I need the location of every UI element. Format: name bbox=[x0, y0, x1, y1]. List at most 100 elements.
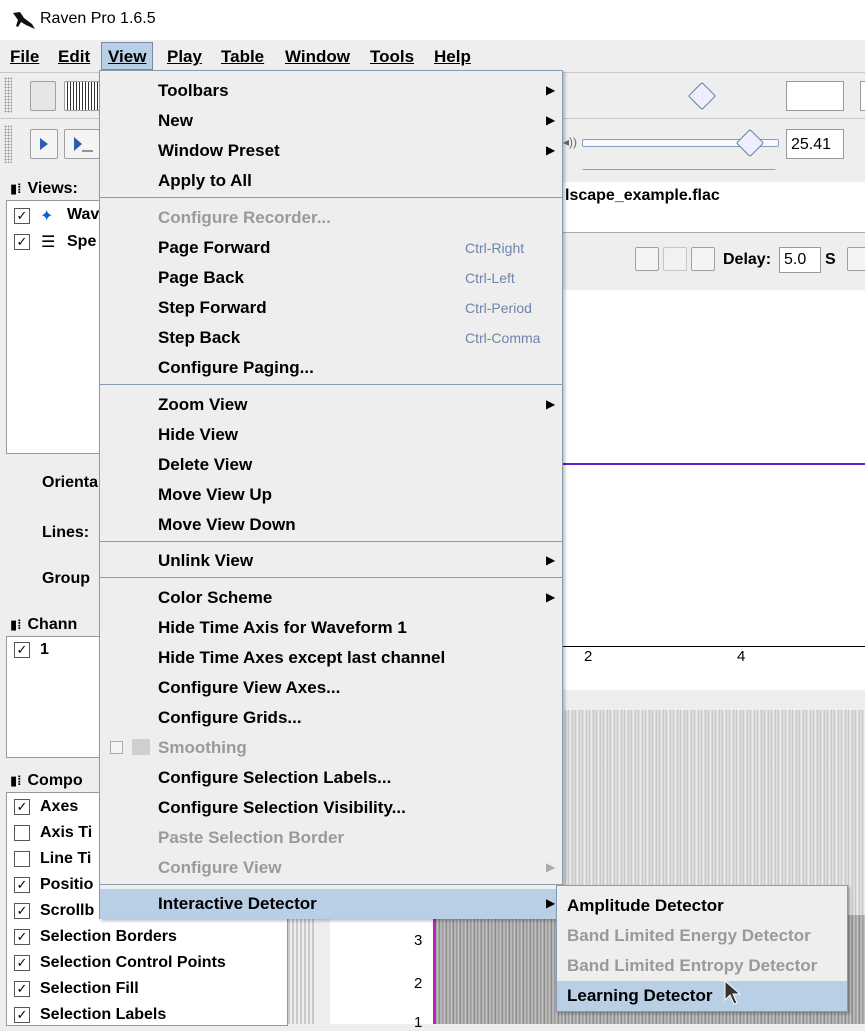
menu-item-configure-recorder[interactable]: Configure Recorder... bbox=[100, 203, 562, 233]
menu-item-configure-selection-visibility[interactable]: Configure Selection Visibility... bbox=[100, 793, 562, 823]
menu-item-hide-time-axis[interactable]: Hide Time Axis for Waveform 1 bbox=[100, 613, 562, 643]
component-item[interactable]: Scrollb bbox=[40, 902, 94, 920]
component-item[interactable]: Selection Control Points bbox=[40, 954, 226, 972]
menu-item-step-forward[interactable]: Step Forward Ctrl-Period bbox=[100, 293, 562, 323]
component-checkbox[interactable] bbox=[14, 825, 30, 841]
channel-checkbox-1[interactable]: ✓ bbox=[14, 642, 30, 658]
menu-window[interactable]: Window bbox=[285, 47, 350, 67]
menu-edit[interactable]: Edit bbox=[58, 47, 90, 67]
menu-item-smoothing[interactable]: Smoothing bbox=[100, 733, 562, 763]
raven-logo-icon bbox=[13, 12, 35, 29]
toolbar-grip[interactable] bbox=[4, 77, 12, 113]
submenu-item-learning-detector[interactable]: Learning Detector bbox=[557, 981, 847, 1011]
menu-item-toolbars[interactable]: Toolbars ▶ bbox=[100, 76, 562, 106]
component-checkbox[interactable]: ✓ bbox=[14, 981, 30, 997]
rate-slider-thumb[interactable] bbox=[735, 128, 765, 158]
document-tab[interactable]: lscape_example.flac bbox=[555, 182, 865, 213]
menu-item-configure-view[interactable]: Configure View ▶ bbox=[100, 853, 562, 883]
menu-item-window-preset[interactable]: Window Preset ▶ bbox=[100, 136, 562, 166]
menu-item-move-view-up[interactable]: Move View Up bbox=[100, 480, 562, 510]
zoom-field[interactable] bbox=[786, 81, 844, 111]
smoothing-icon bbox=[132, 739, 150, 755]
menu-item-paste-selection-border[interactable]: Paste Selection Border bbox=[100, 823, 562, 853]
menu-tools[interactable]: Tools bbox=[370, 47, 414, 67]
component-item[interactable]: Axis Ti bbox=[40, 824, 92, 842]
component-checkbox[interactable]: ✓ bbox=[14, 1007, 30, 1023]
menu-item-configure-paging[interactable]: Configure Paging... bbox=[100, 353, 562, 383]
panel-splitter[interactable] bbox=[288, 912, 316, 1024]
volume-icon: ◂)) bbox=[563, 135, 578, 149]
time-tick-label: 4 bbox=[737, 648, 746, 665]
waveform-button-icon[interactable] bbox=[64, 81, 100, 111]
play-selection-icon[interactable] bbox=[691, 247, 715, 271]
menu-table[interactable]: Table bbox=[221, 47, 264, 67]
menu-item-hide-time-axes-except-last[interactable]: Hide Time Axes except last channel bbox=[100, 643, 562, 673]
component-checkbox[interactable]: ✓ bbox=[14, 799, 30, 815]
delay-field[interactable]: 5.0 bbox=[779, 247, 821, 273]
menu-item-zoom-view[interactable]: Zoom View ▶ bbox=[100, 390, 562, 420]
menu-file[interactable]: File bbox=[10, 47, 39, 67]
menu-item-hide-view[interactable]: Hide View bbox=[100, 420, 562, 450]
menu-item-interactive-detector[interactable]: Interactive Detector ▶ bbox=[100, 889, 562, 919]
record-target-icon[interactable] bbox=[635, 247, 659, 271]
play-selection-icon[interactable] bbox=[64, 129, 100, 159]
view-item-waveform[interactable]: Wav bbox=[67, 206, 99, 224]
interactive-detector-submenu: Amplitude Detector Band Limited Energy D… bbox=[556, 885, 848, 1012]
menu-item-color-scheme[interactable]: Color Scheme ▶ bbox=[100, 583, 562, 613]
record-disabled-icon[interactable] bbox=[663, 247, 687, 271]
menu-bar: File Edit View Play Table Window Tools H… bbox=[0, 40, 865, 72]
menu-play[interactable]: Play bbox=[167, 47, 202, 67]
view-checkbox-spectrogram[interactable]: ✓ bbox=[14, 234, 30, 250]
submenu-arrow-icon: ▶ bbox=[546, 860, 556, 874]
component-item[interactable]: Selection Borders bbox=[40, 928, 177, 946]
menu-item-step-back[interactable]: Step Back Ctrl-Comma bbox=[100, 323, 562, 353]
menu-item-delete-view[interactable]: Delete View bbox=[100, 450, 562, 480]
menu-item-configure-grids[interactable]: Configure Grids... bbox=[100, 703, 562, 733]
scroll-left-icon[interactable] bbox=[847, 247, 865, 271]
component-item[interactable]: Positio bbox=[40, 876, 93, 894]
menu-item-unlink-view[interactable]: Unlink View ▶ bbox=[100, 546, 562, 576]
toolbar-grip[interactable] bbox=[4, 125, 12, 163]
menu-view[interactable]: View bbox=[101, 42, 154, 70]
component-checkbox[interactable]: ✓ bbox=[14, 903, 30, 919]
play-icon[interactable] bbox=[30, 129, 58, 159]
orientation-label: Orienta bbox=[42, 474, 99, 491]
menu-help[interactable]: Help bbox=[434, 47, 471, 67]
submenu-item-amplitude-detector[interactable]: Amplitude Detector bbox=[557, 891, 847, 921]
channel-item-1[interactable]: 1 bbox=[40, 641, 49, 659]
menu-item-configure-selection-labels[interactable]: Configure Selection Labels... bbox=[100, 763, 562, 793]
component-checkbox[interactable]: ✓ bbox=[14, 955, 30, 971]
menu-item-configure-view-axes[interactable]: Configure View Axes... bbox=[100, 673, 562, 703]
menu-item-page-back[interactable]: Page Back Ctrl-Left bbox=[100, 263, 562, 293]
zoom-slider-thumb[interactable] bbox=[687, 81, 717, 111]
waveform-view-icon: ✦ bbox=[40, 208, 54, 225]
menu-item-page-forward[interactable]: Page Forward Ctrl-Right bbox=[100, 233, 562, 263]
submenu-item-band-limited-energy-detector[interactable]: Band Limited Energy Detector bbox=[557, 921, 847, 951]
component-item[interactable]: Selection Fill bbox=[40, 980, 139, 998]
view-menu: Toolbars ▶ New ▶ Window Preset ▶ Apply to A… bbox=[99, 70, 563, 919]
component-item[interactable]: Line Ti bbox=[40, 850, 91, 868]
menu-item-new[interactable]: New ▶ bbox=[100, 106, 562, 136]
component-item[interactable]: Selection Labels bbox=[40, 1006, 166, 1024]
view-checkbox-waveform[interactable]: ✓ bbox=[14, 208, 30, 224]
menu-item-apply-to-all[interactable]: Apply to All bbox=[100, 166, 562, 196]
submenu-item-band-limited-entropy-detector[interactable]: Band Limited Entropy Detector bbox=[557, 951, 847, 981]
menu-separator bbox=[100, 884, 562, 885]
channels-header: ▮⁞ Chann bbox=[10, 616, 78, 633]
rate-field[interactable]: 25.41 bbox=[786, 129, 844, 159]
component-item[interactable]: Axes bbox=[40, 798, 78, 816]
component-checkbox[interactable] bbox=[14, 851, 30, 867]
panel-grip-icon: ▮⁞ bbox=[10, 773, 22, 788]
waveform-view[interactable] bbox=[555, 290, 865, 690]
group-label: Group bbox=[42, 570, 90, 587]
smoothing-checkbox[interactable] bbox=[110, 741, 123, 754]
component-checkbox[interactable]: ✓ bbox=[14, 929, 30, 945]
delay-label: Delay: bbox=[723, 251, 772, 268]
view-item-spectrogram[interactable]: Spe bbox=[67, 233, 96, 251]
toolbar-field-edge[interactable] bbox=[860, 81, 865, 111]
spectrogram-view-icon: ☰ bbox=[41, 234, 56, 251]
menu-separator bbox=[100, 197, 562, 198]
component-checkbox[interactable]: ✓ bbox=[14, 877, 30, 893]
menu-item-move-view-down[interactable]: Move View Down bbox=[100, 510, 562, 540]
gear-icon[interactable] bbox=[30, 81, 56, 111]
